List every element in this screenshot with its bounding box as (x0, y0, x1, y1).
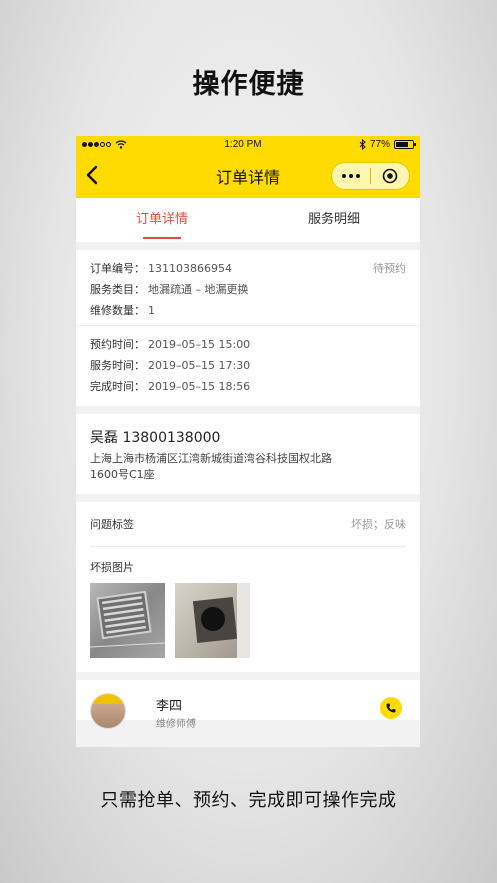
field-label: 服务时间： (90, 359, 145, 372)
chevron-left-icon[interactable] (82, 164, 102, 186)
completion-time: 2019–05–15 18:56 (148, 380, 251, 393)
worker-role: 维修师傅 (156, 719, 196, 730)
worker-card: 李四 维修师傅 (76, 680, 420, 730)
field-label: 服务类目： (90, 283, 145, 296)
battery-fill (395, 142, 409, 147)
order-info-card: 订单编号： 131103866954 待预约 服务类目： 地漏疏通 – 地漏更换… (76, 250, 420, 406)
appointment-time-row: 预约时间： 2019–05–15 15:00 (90, 334, 406, 355)
order-number: 131103866954 (148, 262, 232, 275)
battery-icon (393, 140, 416, 149)
appointment-time: 2019–05–15 15:00 (148, 338, 251, 351)
field-label: 预约时间： (90, 338, 145, 351)
damage-photos-title: 坏损图片 (90, 561, 134, 574)
issue-card: 问题标签 坏损；反味 坏损图片 (76, 502, 420, 672)
tab-bar: 订单详情 服务明细 (76, 198, 420, 242)
issue-tags-label: 问题标签 (90, 518, 134, 531)
issue-tags-value: 坏损；反味 (351, 518, 406, 531)
page-title: 订单详情 (215, 167, 280, 187)
damage-photo-drain-grate[interactable] (90, 583, 165, 658)
service-time-row: 服务时间： 2019–05–15 17:30 (90, 355, 406, 376)
wifi-icon (115, 140, 127, 149)
status-badge: 待预约 (373, 262, 406, 275)
damage-photo-drain-hole[interactable] (175, 583, 250, 658)
promo-caption: 只需抢单、预约、完成即可操作完成 (100, 790, 397, 811)
tab-order-detail[interactable]: 订单详情 (76, 198, 248, 242)
customer-address-line1: 上海上海市杨浦区江湾新城街道湾谷科技国权北路 (90, 452, 332, 465)
more-dots-icon[interactable] (332, 174, 370, 178)
bluetooth-icon (359, 139, 366, 150)
issue-tags-row: 问题标签 坏损；反味 (76, 502, 420, 546)
signal-icon (82, 142, 111, 147)
field-label: 订单编号： (90, 262, 145, 275)
promo-headline: 操作便捷 (192, 69, 305, 100)
worker-name: 李四 (156, 699, 183, 714)
avatar (90, 693, 126, 729)
repair-quantity-row: 维修数量： 1 (90, 300, 406, 321)
order-number-row: 订单编号： 131103866954 待预约 (90, 258, 406, 279)
damage-photos-section: 坏损图片 (76, 547, 420, 672)
customer-contact-card: 吴磊 13800138000 上海上海市杨浦区江湾新城街道湾谷科技国权北路 16… (76, 414, 420, 494)
customer-address-line2: 1600号C1座 (90, 468, 155, 481)
field-label: 完成时间： (90, 380, 145, 393)
target-circle-icon[interactable] (371, 168, 409, 184)
service-time: 2019–05–15 17:30 (148, 359, 251, 372)
tab-service-detail[interactable]: 服务明细 (248, 198, 420, 242)
battery-percent: 77% (369, 139, 390, 150)
status-time: 1:20 PM (224, 139, 262, 150)
field-label: 维修数量： (90, 304, 145, 317)
phone-icon[interactable] (380, 697, 402, 719)
repair-quantity: 1 (148, 304, 155, 317)
service-category-row: 服务类目： 地漏疏通 – 地漏更换 (90, 279, 406, 300)
nav-bar: 订单详情 (76, 153, 420, 198)
customer-name-phone: 吴磊 13800138000 (90, 430, 221, 446)
completion-time-row: 完成时间： 2019–05–15 18:56 (90, 376, 406, 397)
phone-screen: 1:20 PM 77% 订单详情 订单详情 服务明细 订单编号： 1311038… (76, 136, 420, 747)
service-category: 地漏疏通 – 地漏更换 (148, 283, 249, 296)
miniprogram-capsule (331, 162, 410, 190)
status-bar: 1:20 PM 77% (76, 136, 420, 153)
